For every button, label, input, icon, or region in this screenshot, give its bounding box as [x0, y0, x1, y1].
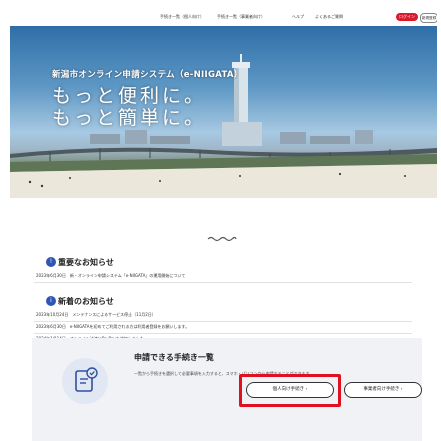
list-item[interactable]: 2023年6月30日 新・オンライン申請システム「e-NIIGATA」の運用開始…	[34, 271, 412, 283]
important-notices-title: 重要なお知らせ	[58, 258, 114, 267]
login-button[interactable]: ログイン	[396, 13, 418, 21]
notice-icon: !	[46, 257, 56, 267]
system-name: 新潟市オンライン申請システム（e-NIIGATA）	[52, 70, 243, 80]
top-navigation: 手続き一覧（個人向け） 手続き一覧（事業者向け） ヘルプ よくあるご質問 ログイ…	[10, 8, 437, 26]
notice-text[interactable]: 2023年6月30日 新・オンライン申請システム「e-NIIGATA」の運用開始…	[36, 273, 185, 279]
list-item[interactable]: 2023年10月24日 メンテナンスによるサービス停止（11月2日）	[34, 310, 412, 322]
application-form-icon	[62, 358, 108, 404]
business-procedures-button[interactable]: 事業者向け手続き ›	[344, 382, 422, 398]
news-icon: i	[46, 296, 56, 306]
nav-faq[interactable]: よくあるご質問	[315, 14, 343, 20]
hero-headline-1: もっと便利に。	[52, 85, 207, 107]
hero-banner: 新潟市オンライン申請システム（e-NIIGATA） もっと便利に。 もっと簡単に…	[10, 26, 437, 198]
hero-headline-2: もっと簡単に。	[52, 107, 207, 129]
nav-business-procedures[interactable]: 手続き一覧（事業者向け）	[217, 14, 265, 20]
notice-text[interactable]: 2023年6月30日 e-NIIGATAを初めてご利用される方は利用者登録をお願…	[36, 324, 189, 330]
register-button[interactable]: 新規登録	[420, 13, 437, 23]
new-notices-title: 新着のお知らせ	[58, 297, 114, 306]
list-item[interactable]: 2023年6月30日 e-NIIGATAを初めてご利用される方は利用者登録をお願…	[34, 322, 412, 334]
procedures-title: 申請できる手続き一覧	[134, 353, 214, 362]
notice-text[interactable]: 2023年10月24日 メンテナンスによるサービス停止（11月2日）	[36, 312, 156, 318]
highlight-box	[239, 374, 341, 407]
wave-divider-icon	[207, 236, 237, 242]
page: 手続き一覧（個人向け） 手続き一覧（事業者向け） ヘルプ よくあるご質問 ログイ…	[10, 8, 437, 441]
nav-help[interactable]: ヘルプ	[292, 14, 304, 20]
nav-personal-procedures[interactable]: 手続き一覧（個人向け）	[160, 14, 204, 20]
